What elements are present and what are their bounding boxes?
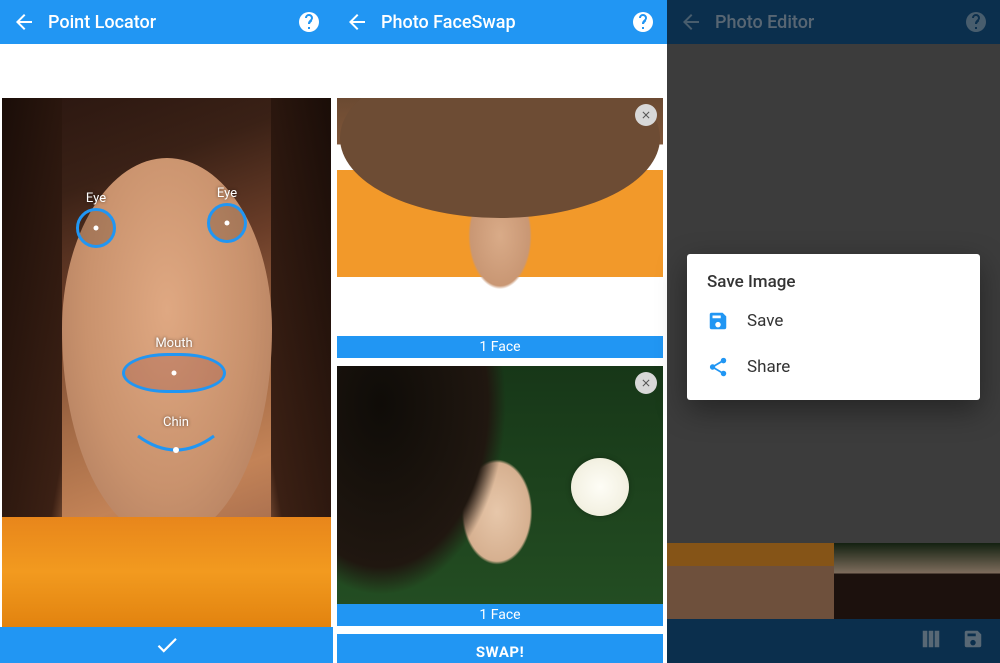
spacer [0, 44, 333, 98]
face-count-label: 1 Face [337, 336, 663, 358]
close-icon [640, 377, 652, 389]
eye-left-marker[interactable]: Eye [76, 191, 116, 248]
eye-right-marker[interactable]: Eye [207, 186, 247, 243]
appbar-faceswap: Photo FaceSwap [333, 0, 667, 44]
photo-thumbnail [337, 98, 663, 336]
back-button[interactable] [12, 10, 36, 34]
mouth-marker[interactable]: Mouth [114, 336, 234, 393]
marker-label: Chin [136, 415, 216, 430]
dialog-title: Save Image [687, 272, 980, 298]
confirm-button[interactable] [0, 627, 333, 663]
face-count-label: 1 Face [337, 604, 663, 626]
save-icon [707, 310, 729, 332]
source-photo-a[interactable]: 1 Face [337, 98, 663, 358]
help-icon [297, 10, 321, 34]
faceswap-photos: 1 Face 1 Face [333, 98, 667, 626]
back-arrow-icon [12, 10, 36, 34]
back-button[interactable] [345, 10, 369, 34]
chin-arc-icon [136, 434, 216, 458]
panel-faceswap: Photo FaceSwap 1 Face 1 Face SWAP! [333, 0, 667, 663]
panel-photo-editor: Photo Editor Save Image Save Share [667, 0, 1000, 663]
marker-label: Eye [207, 186, 247, 201]
dialog-share-option[interactable]: Share [687, 344, 980, 390]
spacer [333, 44, 667, 98]
marker-label: Mouth [114, 336, 234, 351]
appbar-title: Photo FaceSwap [381, 12, 619, 33]
swap-button[interactable]: SWAP! [337, 634, 663, 663]
remove-photo-button[interactable] [635, 104, 657, 126]
dialog-option-label: Share [747, 357, 790, 377]
help-icon [631, 10, 655, 34]
marker-label: Eye [76, 191, 116, 206]
point-locator-photo[interactable]: Eye Eye Mouth Chin [2, 98, 331, 627]
appbar-title: Point Locator [48, 12, 285, 33]
check-icon [154, 632, 180, 658]
chin-marker[interactable]: Chin [136, 415, 216, 462]
appbar-point-locator: Point Locator [0, 0, 333, 44]
share-icon [707, 356, 729, 378]
panel-point-locator: Point Locator Eye Eye Mouth Chin [0, 0, 333, 663]
back-arrow-icon [345, 10, 369, 34]
eye-ring-icon [76, 208, 116, 248]
dialog-option-label: Save [747, 311, 783, 331]
eye-ring-icon [207, 203, 247, 243]
remove-photo-button[interactable] [635, 372, 657, 394]
help-button[interactable] [297, 10, 321, 34]
photo-thumbnail [337, 366, 663, 604]
source-photo-b[interactable]: 1 Face [337, 366, 663, 626]
close-icon [640, 109, 652, 121]
save-image-dialog: Save Image Save Share [687, 254, 980, 400]
dialog-save-option[interactable]: Save [687, 298, 980, 344]
help-button[interactable] [631, 10, 655, 34]
mouth-ring-icon [122, 353, 226, 393]
